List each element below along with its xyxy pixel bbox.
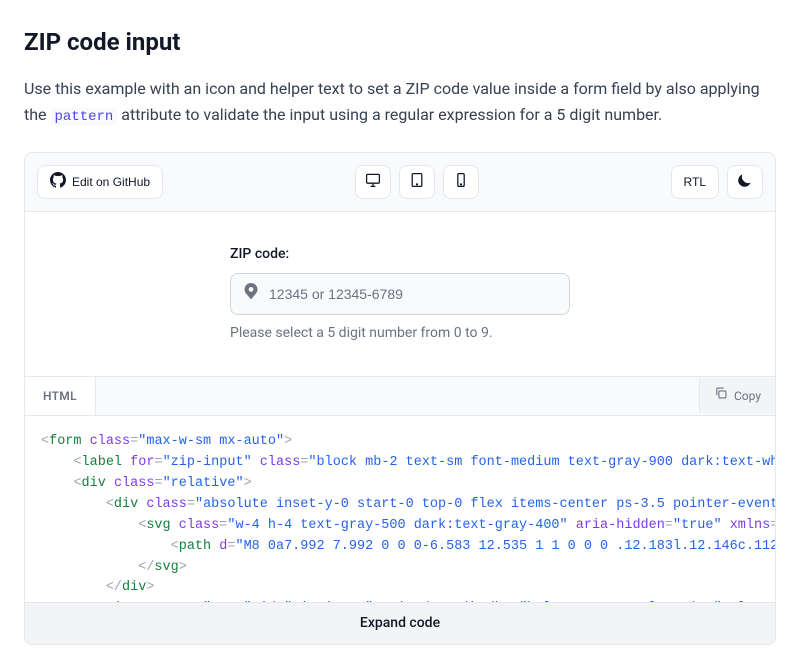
desktop-icon xyxy=(365,172,381,191)
zip-input-wrapper[interactable] xyxy=(230,273,570,315)
copy-button[interactable]: Copy xyxy=(699,378,775,413)
page-title: ZIP code input xyxy=(24,24,776,60)
preview-area: ZIP code: Please select a 5 digit number… xyxy=(25,212,775,376)
copy-icon xyxy=(714,386,728,405)
edit-on-github-button[interactable]: Edit on GitHub xyxy=(37,165,163,199)
section-description: Use this example with an icon and helper… xyxy=(24,76,776,128)
inline-code-pattern: pattern xyxy=(51,108,118,126)
expand-code-button[interactable]: Expand code xyxy=(25,602,775,644)
copy-label: Copy xyxy=(734,387,761,405)
tab-html[interactable]: HTML xyxy=(25,377,96,415)
desktop-view-button[interactable] xyxy=(355,165,391,199)
code-block: <form class="max-w-sm mx-auto"> <label f… xyxy=(25,416,775,602)
tablet-view-button[interactable] xyxy=(399,165,435,199)
tablet-icon xyxy=(409,172,425,191)
mobile-icon xyxy=(453,172,469,191)
desc-after: attribute to validate the input using a … xyxy=(121,105,662,124)
edit-on-github-label: Edit on GitHub xyxy=(72,175,150,189)
zip-helper-text: Please select a 5 digit number from 0 to… xyxy=(230,323,570,344)
code-area: <form class="max-w-sm mx-auto"> <label f… xyxy=(25,416,775,644)
rtl-toggle-button[interactable]: RTL xyxy=(671,165,719,199)
zip-label: ZIP code: xyxy=(230,244,570,265)
mobile-view-button[interactable] xyxy=(443,165,479,199)
dark-mode-toggle-button[interactable] xyxy=(727,165,763,199)
github-icon xyxy=(50,172,66,191)
example-card: Edit on GitHub RTL xyxy=(24,152,776,645)
zip-input[interactable] xyxy=(269,286,557,302)
example-toolbar: Edit on GitHub RTL xyxy=(25,153,775,212)
moon-icon xyxy=(737,172,753,191)
code-tabs: HTML Copy xyxy=(25,376,775,416)
rtl-label: RTL xyxy=(684,175,706,189)
map-pin-icon xyxy=(243,282,259,306)
